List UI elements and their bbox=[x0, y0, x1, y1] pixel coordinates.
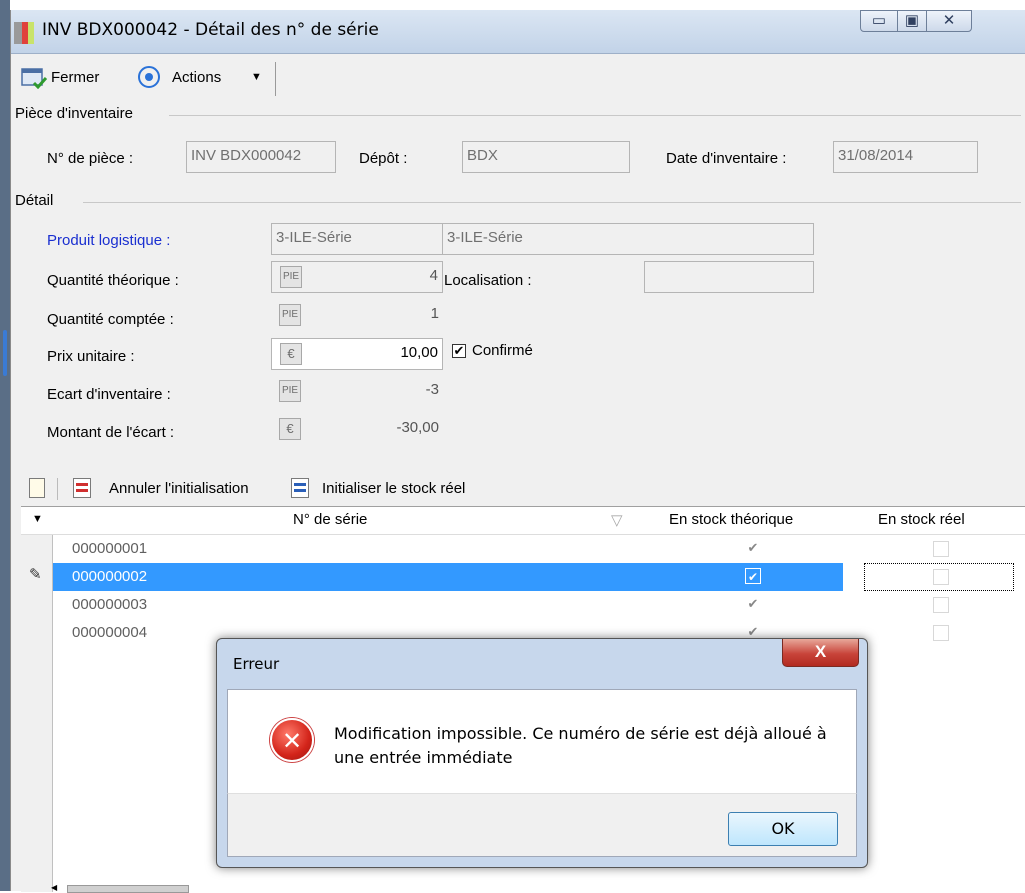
qte-theorique-label: Quantité théorique : bbox=[47, 272, 179, 289]
column-header-serie[interactable]: N° de série bbox=[293, 511, 367, 528]
grid-toolbar: Annuler l'initialisation Initialiser le … bbox=[11, 472, 1025, 506]
column-chooser-icon[interactable]: ▼ bbox=[32, 513, 43, 525]
ecart-field: PIE -3 bbox=[271, 376, 443, 408]
depot-field[interactable]: BDX bbox=[462, 141, 630, 173]
minimize-button[interactable]: ▭ bbox=[860, 10, 898, 32]
sort-icon[interactable]: ▽ bbox=[611, 511, 623, 529]
title-bar[interactable]: INV BDX000042 - Détail des n° de série ▭… bbox=[11, 10, 1025, 54]
qte-comptee-label: Quantité comptée : bbox=[47, 311, 174, 328]
reel-checkbox[interactable] bbox=[933, 597, 949, 613]
serial-number: 000000004 bbox=[72, 624, 148, 641]
serial-number: 000000003 bbox=[72, 596, 148, 613]
ecart-value: -3 bbox=[425, 381, 439, 398]
maximize-button[interactable]: ▣ bbox=[897, 10, 927, 32]
theorique-check: ✔ bbox=[747, 540, 759, 555]
depot-label: Dépôt : bbox=[359, 150, 408, 167]
initialiser-stock-reel-button[interactable]: Initialiser le stock réel bbox=[322, 480, 465, 497]
error-message: Modification impossible. Ce numéro de sé… bbox=[334, 724, 827, 767]
theorique-check: ✔ bbox=[747, 596, 759, 611]
prix-unitaire-label: Prix unitaire : bbox=[47, 348, 135, 365]
dialog-title: Erreur bbox=[233, 655, 280, 673]
prix-unitaire-value: 10,00 bbox=[400, 344, 438, 361]
table-row[interactable]: 000000003 ✔ bbox=[53, 591, 1025, 619]
qte-comptee-field: PIE 1 bbox=[271, 300, 443, 332]
grid-toolbar-separator bbox=[57, 478, 58, 500]
produit-logistique-link[interactable]: Produit logistique : bbox=[47, 232, 170, 249]
document-icon[interactable] bbox=[29, 478, 45, 498]
group-piece-divider bbox=[169, 115, 1021, 116]
dialog-close-button[interactable]: X bbox=[782, 639, 859, 667]
edit-pencil-icon: ✎ bbox=[29, 566, 42, 583]
date-inventaire-label: Date d'inventaire : bbox=[666, 150, 787, 167]
column-header-theorique[interactable]: En stock théorique bbox=[669, 511, 793, 528]
qte-comptee-value: 1 bbox=[430, 305, 439, 322]
close-icon: X bbox=[814, 642, 827, 661]
produit-description-field: 3-ILE-Série bbox=[442, 223, 814, 255]
fermer-button[interactable]: Fermer bbox=[51, 69, 99, 86]
window-title: INV BDX000042 - Détail des n° de série bbox=[42, 20, 379, 40]
unit-pie-icon: PIE bbox=[279, 304, 301, 326]
background-strip bbox=[0, 0, 10, 891]
toolbar-separator bbox=[275, 62, 276, 96]
group-detail-label: Détail bbox=[15, 192, 54, 209]
reel-checkbox[interactable] bbox=[933, 625, 949, 641]
minimize-icon: ▭ bbox=[871, 12, 887, 29]
serial-number: 000000001 bbox=[72, 540, 148, 557]
app-icon bbox=[14, 22, 34, 44]
annuler-initialisation-button[interactable]: Annuler l'initialisation bbox=[109, 480, 249, 497]
table-row-selected[interactable]: 000000002 ✔ bbox=[53, 563, 843, 591]
confirme-checkbox[interactable]: ✔ bbox=[452, 344, 466, 358]
localisation-label: Localisation : bbox=[444, 272, 532, 289]
reel-cell-focused[interactable] bbox=[864, 563, 1014, 591]
grid-header: ▼ N° de série ▽ En stock théorique En st… bbox=[21, 507, 1025, 535]
theorique-check: ✔ bbox=[745, 568, 761, 584]
unit-pie-icon: PIE bbox=[280, 266, 302, 288]
actions-menu-button[interactable]: Actions bbox=[172, 69, 221, 86]
column-header-reel[interactable]: En stock réel bbox=[878, 511, 965, 528]
numero-piece-field[interactable]: INV BDX000042 bbox=[186, 141, 336, 173]
prix-unitaire-field[interactable]: € 10,00 bbox=[271, 338, 443, 370]
serial-number: 000000002 bbox=[72, 568, 148, 585]
montant-ecart-label: Montant de l'écart : bbox=[47, 424, 175, 441]
qte-theorique-value: 4 bbox=[429, 267, 438, 284]
close-document-icon[interactable] bbox=[21, 67, 48, 90]
ok-button[interactable]: OK bbox=[728, 812, 838, 846]
ecart-label: Ecart d'inventaire : bbox=[47, 386, 171, 403]
reel-checkbox[interactable] bbox=[933, 569, 949, 585]
annuler-init-icon[interactable] bbox=[73, 478, 91, 498]
qte-theorique-field: PIE 4 bbox=[271, 261, 443, 293]
maximize-icon: ▣ bbox=[904, 12, 920, 29]
close-window-button[interactable]: ✕ bbox=[926, 10, 972, 32]
group-piece-label: Pièce d'inventaire bbox=[15, 105, 133, 122]
produit-code-field[interactable]: 3-ILE-Série bbox=[271, 223, 443, 255]
date-inventaire-field[interactable]: 31/08/2014 bbox=[833, 141, 978, 173]
confirme-label[interactable]: Confirmé bbox=[472, 342, 533, 359]
chevron-down-icon[interactable]: ▼ bbox=[251, 71, 262, 83]
montant-ecart-field: € -30,00 bbox=[271, 414, 443, 446]
euro-icon: € bbox=[279, 418, 301, 440]
error-glyph: ✕ bbox=[281, 727, 303, 755]
localisation-field[interactable] bbox=[644, 261, 814, 293]
euro-icon: € bbox=[280, 343, 302, 365]
dialog-footer: OK bbox=[227, 793, 857, 857]
error-dialog: Erreur X ✕ Modification impossible. Ce n… bbox=[216, 638, 868, 868]
montant-ecart-value: -30,00 bbox=[396, 419, 439, 436]
dialog-body: ✕ Modification impossible. Ce numéro de … bbox=[227, 689, 857, 793]
background-marker bbox=[3, 330, 7, 376]
close-icon: ✕ bbox=[942, 12, 956, 29]
initialiser-stock-icon[interactable] bbox=[291, 478, 309, 498]
toolbar: Fermer Actions ▼ bbox=[11, 54, 1025, 102]
group-detail-divider bbox=[83, 202, 1021, 203]
table-row[interactable]: 000000001 ✔ bbox=[53, 535, 1025, 563]
reel-checkbox[interactable] bbox=[933, 541, 949, 557]
unit-pie-icon: PIE bbox=[279, 380, 301, 402]
error-icon: ✕ bbox=[270, 718, 314, 762]
horizontal-scrollbar[interactable]: ◀ bbox=[51, 883, 851, 893]
numero-piece-label: N° de pièce : bbox=[47, 150, 134, 167]
actions-radio-icon[interactable] bbox=[138, 66, 160, 88]
